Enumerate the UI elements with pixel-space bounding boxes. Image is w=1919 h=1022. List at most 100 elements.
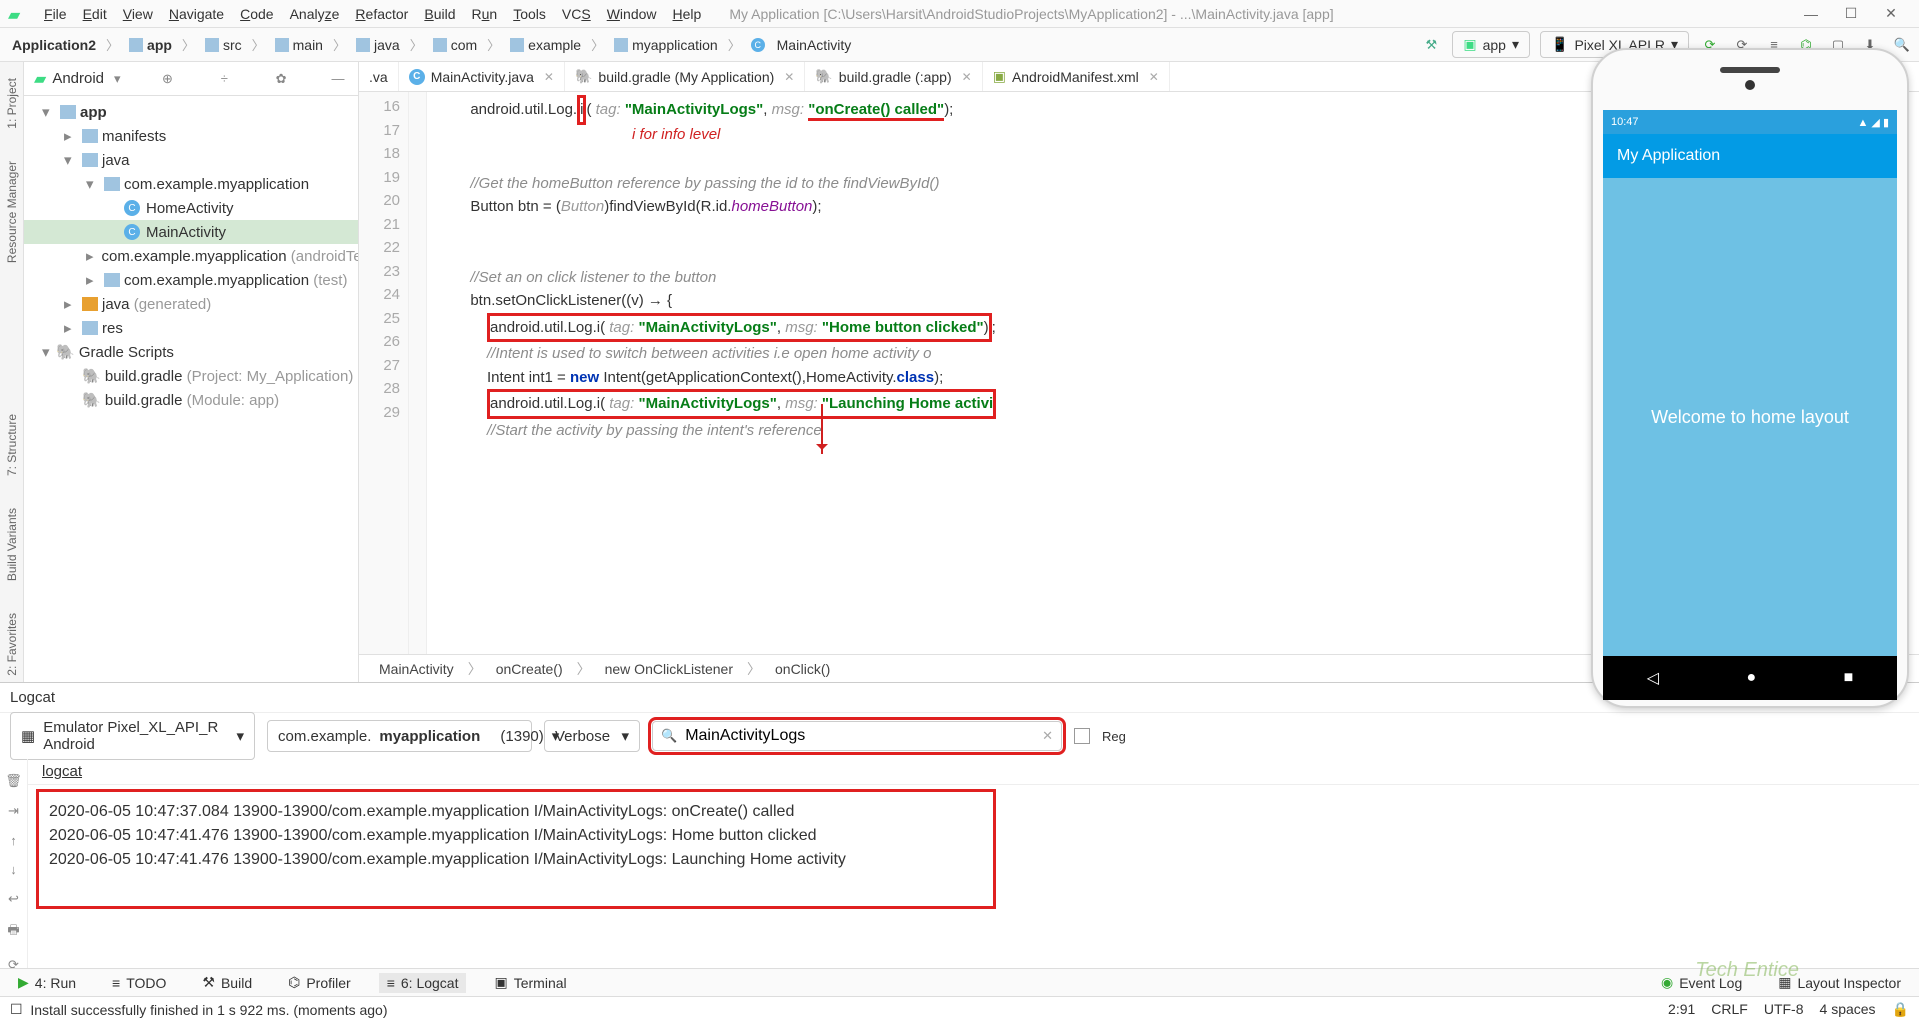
nav-oncreate[interactable]: onCreate() (496, 661, 563, 677)
status-indent[interactable]: 4 spaces (1820, 1001, 1876, 1018)
annotation-info-level: i for info level (632, 126, 720, 143)
tree-pkg-androidtest[interactable]: ▸com.example.myapplication (androidTe (24, 244, 358, 268)
menu-refactor[interactable]: Refactor (347, 6, 416, 22)
status-crlf[interactable]: CRLF (1711, 1001, 1748, 1018)
crumb-app[interactable]: app (123, 35, 178, 55)
tab-truncated[interactable]: .va (359, 62, 399, 91)
menu-code[interactable]: Code (232, 6, 281, 22)
tree-home-activity[interactable]: CHomeActivity (24, 196, 358, 220)
logcat-search-input[interactable]: 🔍✕ (652, 721, 1062, 751)
window-title: My Application [C:\Users\Harsit\AndroidS… (729, 6, 1791, 22)
tab-mainactivity[interactable]: CMainActivity.java✕ (399, 62, 565, 91)
tree-res[interactable]: ▸res (24, 316, 358, 340)
tree-pkg[interactable]: ▾com.example.myapplication (24, 172, 358, 196)
emulator-screen[interactable]: 10:47▲ ◢ ▮ My Application Welcome to hom… (1603, 110, 1897, 700)
menu-tools[interactable]: Tools (505, 6, 554, 22)
nav-listener[interactable]: new OnClickListener (605, 661, 733, 677)
hammer-build-icon[interactable]: ⚒ (1420, 34, 1442, 56)
tree-main-activity[interactable]: CMainActivity (24, 220, 358, 244)
status-encoding[interactable]: UTF-8 (1764, 1001, 1804, 1018)
menu-view[interactable]: View (115, 6, 161, 22)
bottom-profiler[interactable]: ⌬Profiler (280, 972, 359, 993)
emulator-app-bar: My Application (1603, 134, 1897, 178)
minimize-icon[interactable]: — (1791, 6, 1831, 22)
project-view-dropdown[interactable]: Android (52, 70, 104, 87)
status-bar: ☐ Install successfully finished in 1 s 9… (0, 996, 1919, 1022)
clear-icon[interactable]: ✕ (1042, 728, 1053, 744)
tab-close-icon[interactable]: ✕ (784, 70, 794, 84)
menu-vcs[interactable]: VCS (554, 6, 599, 22)
project-panel: ▰ Android ▾ ⊕ ÷ ✿ — ▾app ▸manifests ▾jav… (24, 62, 359, 682)
logcat-output[interactable]: 2020-06-05 10:47:37.084 13900-13900/com.… (36, 789, 996, 909)
crumb-myapplication[interactable]: myapplication (608, 35, 724, 55)
emulator-frame: 10:47▲ ◢ ▮ My Application Welcome to hom… (1591, 48, 1909, 708)
menu-help[interactable]: Help (665, 6, 710, 22)
trash-icon[interactable]: 🗑 (5, 773, 22, 789)
bottom-logcat[interactable]: ≡6: Logcat (379, 973, 467, 993)
hide-icon[interactable]: — (328, 71, 348, 86)
tree-app[interactable]: ▾app (24, 100, 358, 124)
menu-build[interactable]: Build (416, 6, 463, 22)
maximize-icon[interactable]: ☐ (1831, 5, 1871, 22)
crumb-src[interactable]: src (199, 35, 248, 55)
crumb-mainactivity[interactable]: C MainActivity (745, 35, 858, 55)
bottom-terminal[interactable]: ▣Terminal (486, 972, 574, 993)
tab-build-gradle-module[interactable]: 🐘build.gradle (:app)✕ (805, 62, 982, 91)
sidetab-build-variants[interactable]: Build Variants (5, 502, 19, 587)
sidetab-resource-manager[interactable]: Resource Manager (5, 155, 19, 269)
logcat-regex-checkbox[interactable] (1074, 728, 1090, 744)
tab-close-icon[interactable]: ✕ (962, 70, 972, 84)
tree-java[interactable]: ▾java (24, 148, 358, 172)
print-icon[interactable]: 🖶 (7, 921, 19, 943)
menu-file[interactable]: File (36, 6, 75, 22)
down-icon[interactable]: ↓ (10, 862, 17, 877)
annotation-arrow (821, 404, 823, 454)
logcat-level-dropdown[interactable]: Verbose▾ (544, 720, 640, 752)
nav-onclick[interactable]: onClick() (775, 661, 830, 677)
crumb-java[interactable]: java (350, 35, 406, 55)
menu-run[interactable]: Run (464, 6, 506, 22)
emulator-back-icon[interactable]: ◁ (1647, 668, 1659, 688)
menu-bar: ▰ File Edit View Navigate Code Analyze R… (0, 0, 1919, 28)
bottom-todo[interactable]: ≡TODO (104, 973, 174, 993)
tree-gradle-scripts[interactable]: ▾🐘 Gradle Scripts (24, 340, 358, 364)
tab-close-icon[interactable]: ✕ (1149, 70, 1159, 84)
sidetab-project[interactable]: 1: Project (5, 72, 19, 135)
wrap-icon[interactable]: ↩ (8, 891, 19, 907)
bottom-build[interactable]: ⚒Build (194, 972, 260, 993)
menu-edit[interactable]: Edit (75, 6, 115, 22)
menu-window[interactable]: Window (599, 6, 665, 22)
menu-navigate[interactable]: Navigate (161, 6, 232, 22)
sidetab-structure[interactable]: 7: Structure (5, 408, 19, 482)
close-icon[interactable]: ✕ (1871, 5, 1911, 22)
tree-build-gradle-project[interactable]: 🐘 build.gradle (Project: My_Application) (24, 364, 358, 388)
tab-manifest[interactable]: ▣AndroidManifest.xml✕ (983, 62, 1170, 91)
nav-class[interactable]: MainActivity (379, 661, 454, 677)
tree-java-generated[interactable]: ▸java (generated) (24, 292, 358, 316)
gear-icon[interactable]: ✿ (271, 71, 291, 87)
collapse-icon[interactable]: ÷ (214, 71, 234, 86)
sidetab-favorites[interactable]: 2: Favorites (5, 607, 19, 682)
status-lock-icon[interactable]: 🔒 (1892, 1001, 1909, 1018)
tree-manifests[interactable]: ▸manifests (24, 124, 358, 148)
run-config-dropdown[interactable]: ▣app▾ (1452, 31, 1530, 58)
target-icon[interactable]: ⊕ (157, 71, 177, 87)
tab-close-icon[interactable]: ✕ (544, 70, 554, 84)
menu-analyze[interactable]: Analyze (282, 6, 348, 22)
status-pos[interactable]: 2:91 (1668, 1001, 1695, 1018)
emulator-body-text: Welcome to home layout (1603, 178, 1897, 656)
tree-pkg-test[interactable]: ▸com.example.myapplication (test) (24, 268, 358, 292)
crumb-example[interactable]: example (504, 35, 587, 55)
emulator-home-icon[interactable]: ● (1746, 669, 1756, 687)
emulator-recents-icon[interactable]: ■ (1844, 669, 1854, 687)
up-icon[interactable]: ↑ (10, 833, 17, 848)
crumb-main[interactable]: main (269, 35, 329, 55)
tab-build-gradle-app[interactable]: 🐘build.gradle (My Application)✕ (565, 62, 805, 91)
logcat-process-dropdown[interactable]: com.example.myapplication (1390)▾ (267, 720, 532, 752)
tree-build-gradle-module[interactable]: 🐘 build.gradle (Module: app) (24, 388, 358, 412)
crumb-com[interactable]: com (427, 35, 483, 55)
scroll-end-icon[interactable]: ⇥ (8, 803, 19, 819)
crumb-root[interactable]: Application2 (6, 35, 102, 55)
logcat-device-dropdown[interactable]: ▦Emulator Pixel_XL_API_R Android▾ (10, 712, 255, 760)
bottom-run[interactable]: ▶4: Run (10, 972, 84, 993)
